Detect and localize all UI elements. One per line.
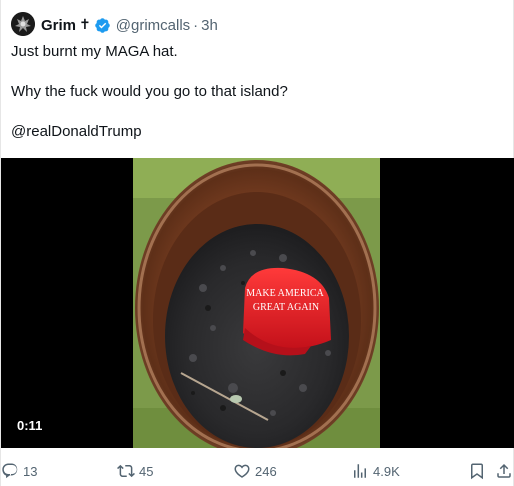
video-player[interactable]: MAKE AMERICA GREAT AGAIN 0:11 <box>1 158 514 448</box>
repost-icon <box>117 464 135 478</box>
tweet-text-line: Just burnt my MAGA hat. <box>11 43 178 60</box>
views-icon <box>354 464 366 478</box>
repost-count: 45 <box>139 463 154 479</box>
author-name[interactable]: Grim <box>41 17 76 34</box>
tweet-card[interactable]: Grim ✝ @grimcalls · 3h Just burnt my MAG… <box>0 0 514 486</box>
like-count: 246 <box>255 463 277 479</box>
share-button[interactable] <box>495 460 513 482</box>
share-icon <box>497 463 511 478</box>
video-duration: 0:11 <box>11 416 49 436</box>
reply-count: 13 <box>23 463 38 479</box>
like-button[interactable]: 246 <box>233 460 277 482</box>
bookmark-icon <box>471 463 483 480</box>
avatar[interactable] <box>11 12 35 36</box>
repost-button[interactable]: 45 <box>117 460 153 482</box>
hat-text-line2: GREAT AGAIN <box>253 302 319 313</box>
video-frame: MAKE AMERICA GREAT AGAIN <box>133 158 380 448</box>
author-handle[interactable]: @grimcalls <box>116 17 190 34</box>
tweet-text-mention[interactable]: @realDonaldTrump <box>11 122 142 142</box>
bookmark-button[interactable] <box>468 460 486 482</box>
timestamp[interactable]: 3h <box>201 17 218 34</box>
views-count: 4.9K <box>373 463 400 479</box>
tweet-text-line: Why the fuck would you go to that island… <box>11 83 288 100</box>
hat-text-line1: MAKE AMERICA <box>246 288 324 299</box>
tweet-header: Grim ✝ @grimcalls · 3h <box>41 15 218 35</box>
like-icon <box>234 464 250 478</box>
verified-badge-icon <box>94 17 111 34</box>
views-button[interactable]: 4.9K <box>351 460 400 482</box>
separator-dot: · <box>193 16 199 34</box>
reply-icon <box>2 463 18 479</box>
name-emoji: ✝ <box>79 17 91 33</box>
action-bar: 13 45 246 4.9K <box>1 460 514 482</box>
reply-button[interactable]: 13 <box>1 460 37 482</box>
